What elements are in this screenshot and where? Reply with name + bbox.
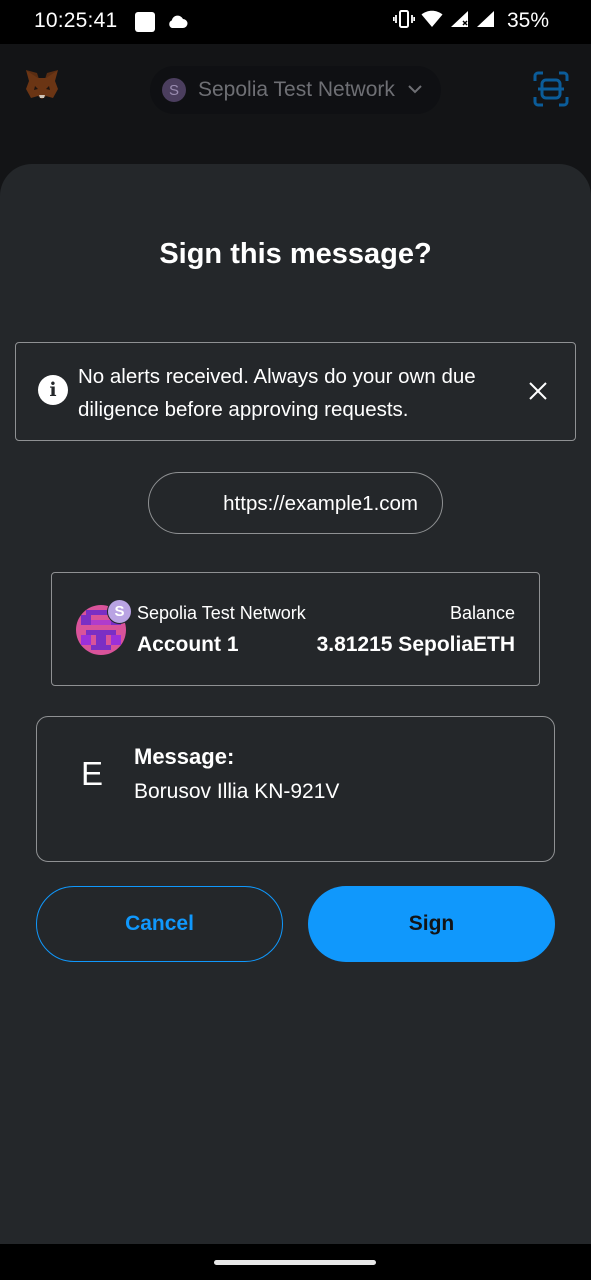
account-card: S Sepolia Test Network Account 1 Balance… (51, 572, 540, 686)
cloud-icon (166, 13, 188, 34)
sign-button[interactable]: Sign (308, 886, 555, 962)
network-badge: S (107, 599, 132, 624)
signal-icon (449, 10, 469, 33)
signature-request-sheet: Sign this message? i No alerts received.… (0, 164, 591, 1244)
message-label: Message: (134, 744, 235, 769)
wifi-icon (421, 10, 443, 33)
screen: 10:25:41 35% S Sepolia Test Network Sign… (0, 0, 591, 1280)
message-box: E Message: Borusov Illia KN-921V (36, 716, 555, 862)
status-icons: 35% (392, 9, 549, 33)
message-value: Borusov Illia KN-921V (134, 780, 340, 803)
network-avatar: S (162, 78, 186, 102)
cancel-button[interactable]: Cancel (36, 886, 283, 962)
balance-value: 3.81215 SepoliaETH (316, 633, 515, 656)
origin-pill: https://example1.com (148, 472, 443, 534)
close-icon[interactable] (528, 381, 548, 406)
battery-percent: 35% (506, 9, 549, 32)
alert-text: No alerts received. Always do your own d… (78, 365, 476, 421)
account-name: Account 1 (137, 633, 239, 656)
home-indicator[interactable] (214, 1260, 376, 1265)
status-bar: 10:25:41 35% (0, 0, 591, 44)
system-nav-bar (0, 1244, 591, 1280)
notification-square-icon (135, 12, 155, 32)
info-icon: i (38, 375, 68, 405)
network-selector[interactable]: S Sepolia Test Network (150, 66, 441, 114)
status-time: 10:25:41 (34, 9, 118, 32)
network-name: Sepolia Test Network (198, 78, 395, 101)
account-network: Sepolia Test Network (137, 603, 306, 623)
sheet-title: Sign this message? (159, 238, 432, 270)
message-icon-letter: E (81, 755, 104, 792)
metamask-fox-icon (24, 68, 60, 107)
origin-url: https://example1.com (223, 492, 418, 515)
app-header: S Sepolia Test Network (0, 44, 591, 164)
vibrate-icon (392, 9, 416, 33)
qr-scan-icon[interactable] (532, 70, 570, 113)
balance-label: Balance (449, 603, 515, 623)
chevron-down-icon (407, 81, 423, 99)
alert-banner: i No alerts received. Always do your own… (15, 342, 576, 441)
signal-icon (475, 10, 495, 33)
